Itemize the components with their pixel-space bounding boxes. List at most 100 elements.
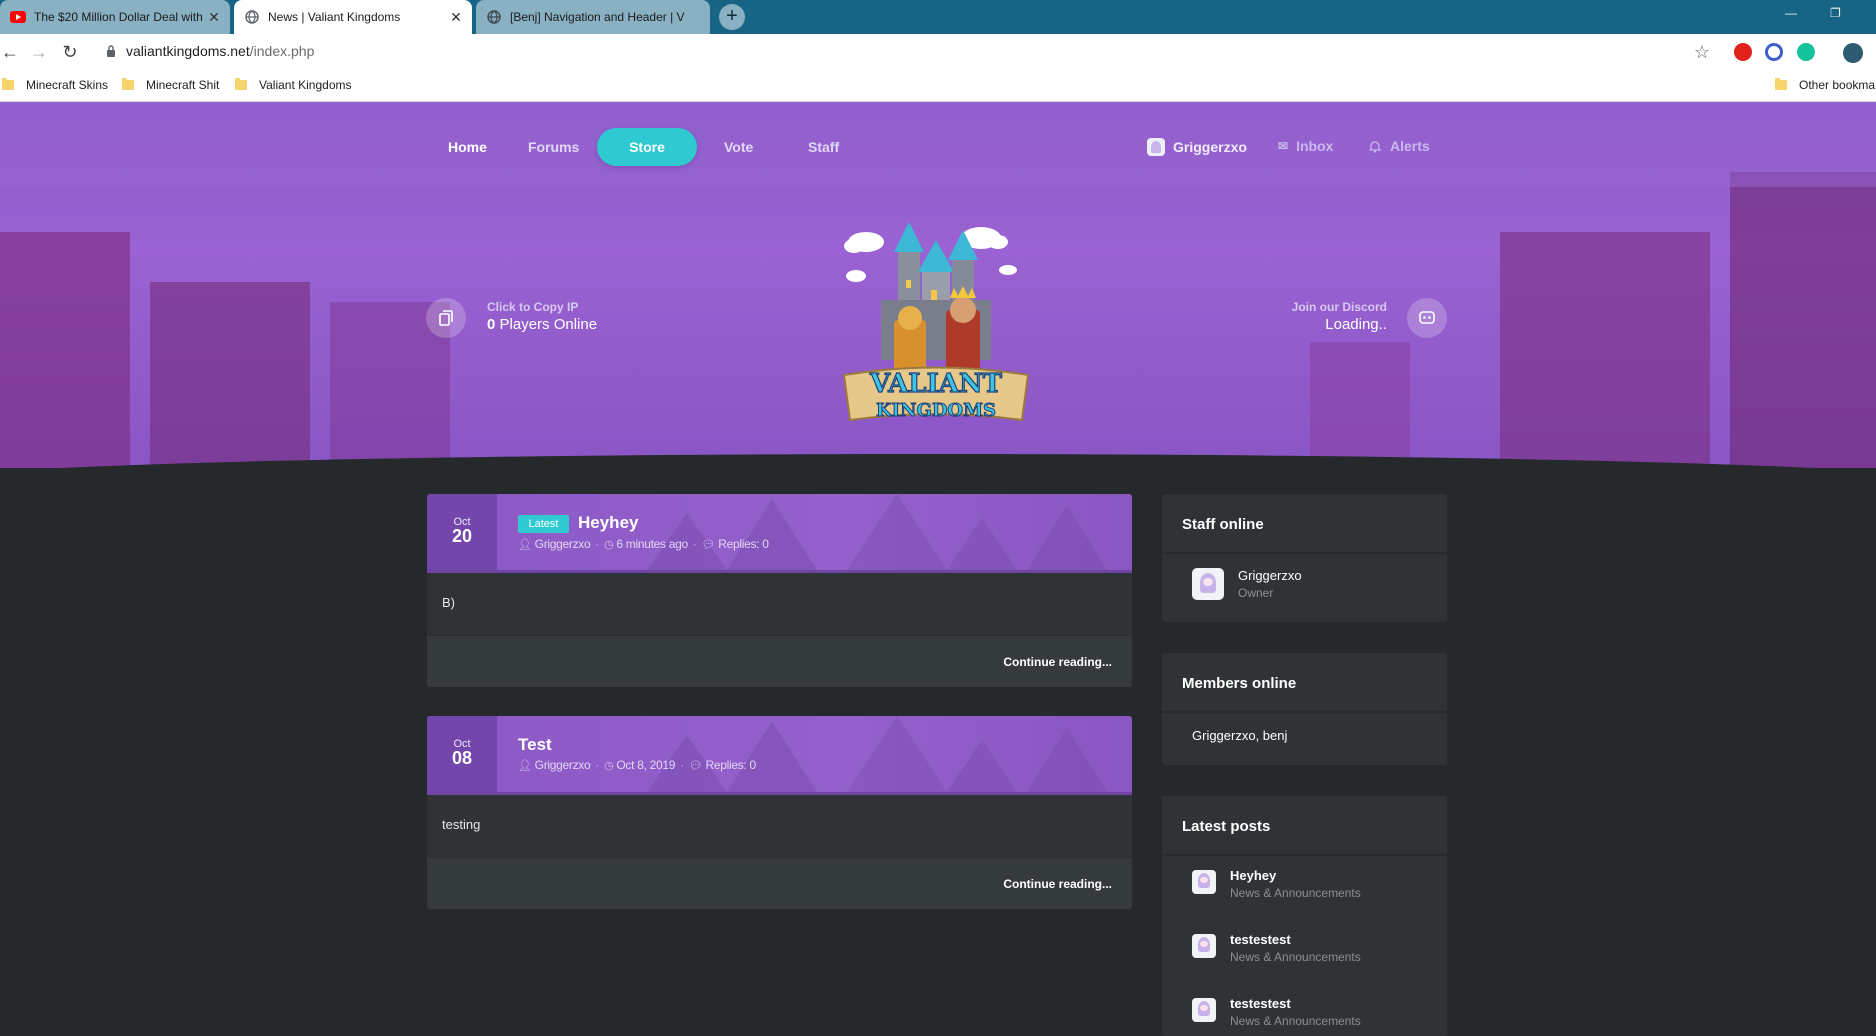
post-meta: 👤︎ Griggerzxo · ◷ 6 minutes ago · 💬︎ Rep…: [518, 537, 769, 551]
widget-title: Latest posts: [1162, 796, 1447, 856]
valiant-kingdoms-logo[interactable]: VALIANT KINGDOMS: [836, 210, 1036, 435]
blocker-extension-icon[interactable]: [1765, 43, 1783, 61]
forward-icon[interactable]: →: [29, 42, 49, 62]
latest-post-title[interactable]: testestest: [1230, 996, 1291, 1011]
nav-vote[interactable]: Vote: [724, 139, 753, 155]
post-author[interactable]: Griggerzxo: [535, 537, 591, 551]
members-online-widget: Members online Griggerzxo, benj: [1162, 653, 1447, 765]
staff-online-widget: Staff online Griggerzxo Owner: [1162, 494, 1447, 622]
post-author[interactable]: Griggerzxo: [535, 758, 591, 772]
bookmark-folder[interactable]: Minecraft Shit: [122, 78, 219, 92]
folder-icon: [1775, 78, 1787, 90]
minimize-icon[interactable]: —: [1785, 6, 1797, 20]
background-building: [1730, 172, 1876, 468]
post-replies: Replies: 0: [718, 537, 769, 551]
alerts-label: Alerts: [1390, 138, 1430, 154]
browser-toolbar: ← → ↻ valiantkingdoms.net/index.php ☆: [0, 34, 1876, 70]
tab-news[interactable]: News | Valiant Kingdoms ✕: [234, 0, 472, 34]
inbox-label: Inbox: [1296, 138, 1334, 154]
post-body: testing: [442, 817, 481, 832]
copy-ip-button[interactable]: [426, 298, 466, 338]
discord-icon: [1419, 311, 1435, 324]
background-building: [1500, 232, 1710, 468]
post-header: Oct 20 Latest Heyhey 👤︎ Griggerzxo · ◷ 6…: [427, 494, 1132, 573]
widget-title: Staff online: [1162, 494, 1447, 554]
latest-post-title[interactable]: testestest: [1230, 932, 1291, 947]
site-navbar: [0, 102, 1876, 187]
post-day: 08: [451, 748, 473, 768]
latest-post-forum[interactable]: News & Announcements: [1230, 950, 1361, 964]
globe-icon: [244, 9, 260, 25]
nav-staff[interactable]: Staff: [808, 139, 839, 155]
nav-inbox[interactable]: ✉ Inbox: [1278, 138, 1333, 154]
new-tab-button[interactable]: +: [719, 4, 745, 30]
other-bookmarks[interactable]: Other bookma: [1775, 78, 1875, 92]
address-bar[interactable]: valiantkingdoms.net/index.php: [126, 43, 314, 59]
tab-youtube[interactable]: The $20 Million Dollar Deal with ✕: [0, 0, 230, 34]
members-list[interactable]: Griggerzxo, benj: [1192, 728, 1287, 743]
staff-name[interactable]: Griggerzxo: [1238, 568, 1302, 583]
nav-user[interactable]: Griggerzxo: [1147, 138, 1247, 156]
nav-home[interactable]: Home: [448, 139, 487, 155]
bookmark-folder[interactable]: Valiant Kingdoms: [235, 78, 352, 92]
bookmark-label: Minecraft Shit: [146, 78, 220, 92]
envelope-icon: ✉: [1278, 139, 1289, 153]
latest-post-title[interactable]: Heyhey: [1230, 868, 1276, 883]
tab-benj[interactable]: [Benj] Navigation and Header | V: [476, 0, 710, 34]
post-date: Oct 08: [427, 716, 497, 792]
copy-ip-label[interactable]: Click to Copy IP: [487, 300, 578, 314]
close-tab-icon[interactable]: ✕: [446, 9, 466, 26]
post-author-avatar[interactable]: [1192, 870, 1216, 894]
bookmark-star-icon[interactable]: ☆: [1692, 42, 1712, 62]
tab-title: [Benj] Navigation and Header | V: [510, 10, 685, 24]
post-time: 6 minutes ago: [616, 537, 688, 551]
post-meta: 👤︎ Griggerzxo · ◷ Oct 8, 2019 · 💬︎ Repli…: [518, 758, 756, 772]
post-author-avatar[interactable]: [1192, 998, 1216, 1022]
nav-alerts[interactable]: Alerts: [1369, 138, 1430, 154]
logo-line1: VALIANT: [869, 369, 1003, 399]
opera-extension-icon[interactable]: [1734, 43, 1752, 61]
news-post: Oct 08 Test 👤︎ Griggerzxo · ◷ Oct 8, 201…: [427, 716, 1132, 909]
latest-post-forum[interactable]: News & Announcements: [1230, 886, 1361, 900]
post-date: Oct 20: [427, 494, 497, 570]
discord-label[interactable]: Join our Discord: [1292, 300, 1387, 314]
back-icon[interactable]: ←: [0, 42, 20, 62]
reload-icon[interactable]: ↻: [60, 42, 80, 62]
post-header: Oct 08 Test 👤︎ Griggerzxo · ◷ Oct 8, 201…: [427, 716, 1132, 795]
bookmark-label: Valiant Kingdoms: [259, 78, 352, 92]
close-tab-icon[interactable]: ✕: [204, 9, 224, 26]
user-icon: 👤︎: [518, 538, 532, 551]
grammarly-extension-icon[interactable]: [1797, 43, 1815, 61]
bookmark-folder[interactable]: Minecraft Skins: [2, 78, 108, 92]
nav-store[interactable]: Store: [597, 128, 697, 166]
continue-reading-link[interactable]: Continue reading...: [1003, 655, 1112, 669]
tab-title: The $20 Million Dollar Deal with: [34, 10, 203, 24]
news-post: Oct 20 Latest Heyhey 👤︎ Griggerzxo · ◷ 6…: [427, 494, 1132, 687]
tab-strip: The $20 Million Dollar Deal with ✕ News …: [0, 0, 1876, 34]
post-title[interactable]: Heyhey: [578, 513, 638, 533]
players-online: 0 Players Online: [487, 316, 597, 333]
background-building: [150, 282, 310, 468]
clock-icon: ◷: [604, 759, 614, 772]
folder-icon: [122, 78, 134, 90]
bookmark-label: Minecraft Skins: [26, 78, 109, 92]
continue-reading-link[interactable]: Continue reading...: [1003, 877, 1112, 891]
latest-badge: Latest: [518, 515, 569, 533]
post-author-avatar[interactable]: [1192, 934, 1216, 958]
nav-forums[interactable]: Forums: [528, 139, 579, 155]
players-count: 0: [487, 316, 496, 333]
restore-icon[interactable]: ❐: [1830, 6, 1841, 20]
background-building: [0, 232, 130, 468]
discord-status: Loading..: [1325, 316, 1387, 333]
clock-icon: ◷: [604, 538, 614, 551]
profile-avatar-icon[interactable]: [1843, 43, 1863, 63]
post-body: B): [442, 595, 455, 610]
post-footer: Continue reading...: [427, 857, 1132, 909]
post-footer: Continue reading...: [427, 635, 1132, 687]
staff-role: Owner: [1238, 586, 1274, 600]
post-title[interactable]: Test: [518, 735, 552, 755]
discord-button[interactable]: [1407, 298, 1447, 338]
folder-icon: [2, 78, 14, 90]
latest-post-forum[interactable]: News & Announcements: [1230, 1014, 1361, 1028]
staff-avatar[interactable]: [1192, 568, 1224, 600]
